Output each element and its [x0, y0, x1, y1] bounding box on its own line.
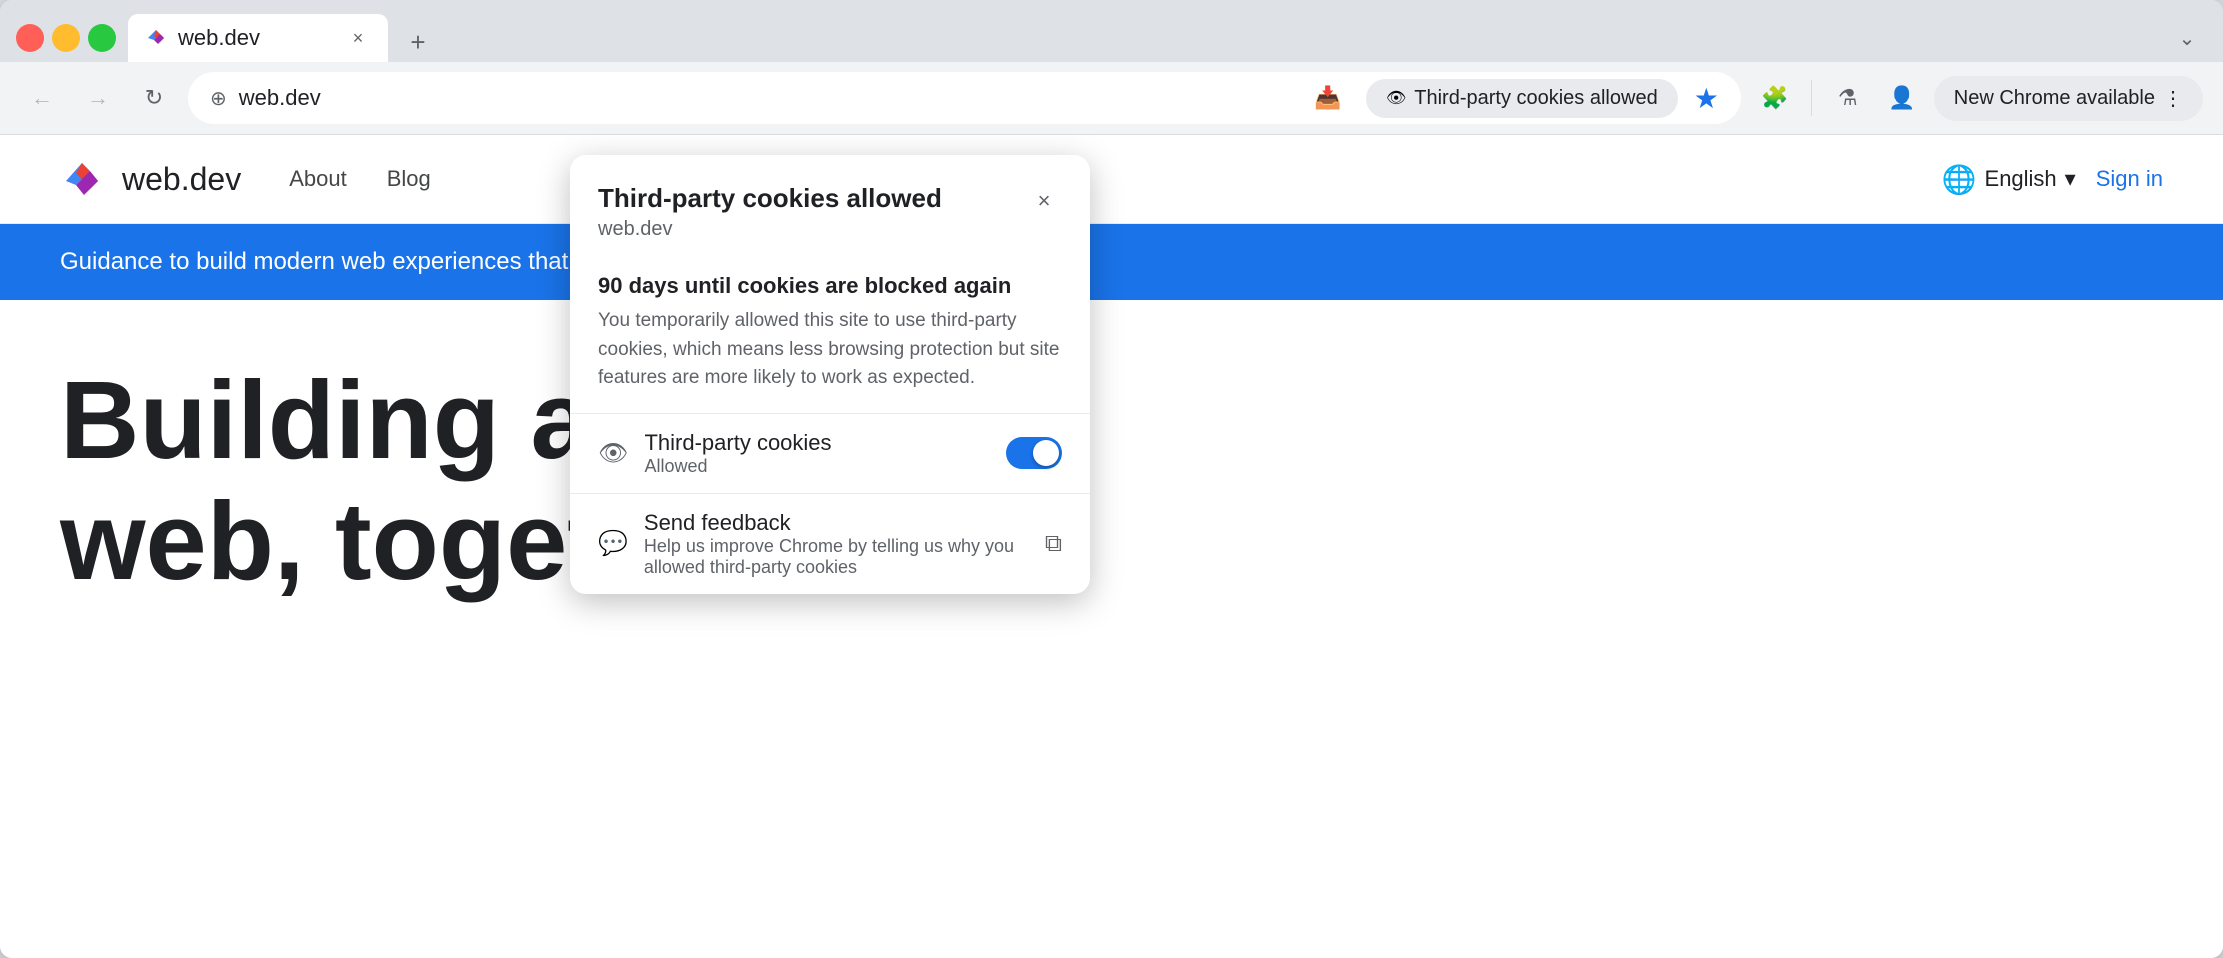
toggle-knob: [1033, 440, 1059, 466]
minimize-window-button[interactable]: [52, 24, 80, 52]
tabs-area: web.dev × +: [128, 14, 2155, 62]
cookies-status-badge[interactable]: 👁 Third-party cookies allowed: [1366, 79, 1678, 118]
popup-body: 90 days until cookies are blocked again …: [570, 253, 1090, 413]
bookmark-button[interactable]: ★: [1694, 82, 1719, 115]
popup-warning-text: You temporarily allowed this site to use…: [598, 307, 1062, 393]
tab-close-button[interactable]: ×: [344, 24, 372, 52]
cookies-badge-text: Third-party cookies allowed: [1414, 87, 1657, 110]
page-content: web.dev About Blog 🌐 English ▾ Sign in G…: [0, 135, 2223, 958]
address-security-icon: ⊕: [210, 86, 227, 111]
extensions-icon: 🧩: [1761, 85, 1788, 111]
address-actions: 📥 👁 Third-party cookies allowed ★: [1306, 76, 1719, 120]
site-logo-text: web.dev: [122, 161, 241, 198]
popup-cookies-label: Third-party cookies: [644, 430, 990, 456]
cookies-popup: Third-party cookies allowed web.dev × 90…: [570, 155, 1090, 594]
language-selector[interactable]: 🌐 English ▾: [1942, 163, 2076, 196]
nav-item-blog[interactable]: Blog: [387, 166, 431, 192]
popup-title: Third-party cookies allowed: [598, 183, 942, 214]
site-logo-icon: [60, 155, 108, 203]
signin-button[interactable]: Sign in: [2096, 166, 2163, 192]
profile-icon: 👤: [1888, 85, 1915, 111]
site-banner: Guidance to build modern web experiences…: [0, 224, 2223, 300]
download-page-button[interactable]: 📥: [1306, 76, 1350, 120]
popup-warning-title: 90 days until cookies are blocked again: [598, 273, 1062, 299]
lab-icon: ⚗: [1838, 85, 1858, 111]
popup-cookies-sublabel: Allowed: [644, 456, 990, 477]
tab-title: web.dev: [178, 25, 334, 51]
hero-line-1: Building a bet: [60, 360, 2163, 481]
webdev-favicon-icon: [144, 14, 168, 62]
browser-tab-active[interactable]: web.dev ×: [128, 14, 388, 62]
external-link-icon[interactable]: ⧉: [1045, 530, 1062, 557]
more-icon: ⋮: [2163, 86, 2183, 111]
download-icon: 📥: [1314, 85, 1341, 111]
language-label: English: [1985, 166, 2057, 192]
popup-feedback-section: 💬 Send feedback Help us improve Chrome b…: [570, 493, 1090, 594]
close-window-button[interactable]: [16, 24, 44, 52]
address-bar[interactable]: ⊕ web.dev 📥 👁 Third-party cookies allowe…: [188, 72, 1741, 124]
site-hero: Building a bet web, togethe: [0, 300, 2223, 662]
new-tab-button[interactable]: +: [398, 22, 438, 62]
eye-icon: 👁: [1386, 88, 1406, 108]
navbar-right-actions: 🧩 ⚗ 👤 New Chrome available ⋮: [1753, 76, 2203, 121]
cookies-toggle[interactable]: [1006, 437, 1062, 469]
popup-subtitle: web.dev: [598, 218, 942, 241]
titlebar-end: ⌄: [2167, 18, 2207, 58]
popup-close-button[interactable]: ×: [1026, 183, 1062, 219]
popup-feedback-label: Send feedback: [644, 510, 1029, 536]
popup-cookies-section: 👁 Third-party cookies Allowed: [570, 413, 1090, 493]
site-banner-text: Guidance to build modern web experiences…: [60, 248, 626, 275]
forward-button[interactable]: →: [76, 76, 120, 120]
chevron-down-icon: ▾: [2065, 166, 2076, 192]
back-button[interactable]: ←: [20, 76, 64, 120]
popup-title-area: Third-party cookies allowed web.dev: [598, 183, 942, 241]
extensions-button[interactable]: 🧩: [1753, 76, 1797, 120]
lab-button[interactable]: ⚗: [1826, 76, 1870, 120]
popup-feedback-sublabel: Help us improve Chrome by telling us why…: [644, 536, 1029, 578]
popup-header: Third-party cookies allowed web.dev ×: [570, 155, 1090, 253]
profile-button[interactable]: 👤: [1880, 76, 1924, 120]
navbar-divider: [1811, 80, 1812, 116]
globe-icon: 🌐: [1942, 163, 1977, 196]
tab-favicon: [144, 26, 168, 50]
traffic-lights: [16, 24, 116, 52]
hero-line-2: web, togethe: [60, 481, 2163, 602]
site-nav: About Blog: [289, 166, 431, 192]
cookies-toggle-action: [1006, 437, 1062, 469]
titlebar: web.dev × + ⌄: [0, 0, 2223, 62]
reload-button[interactable]: ↻: [132, 76, 176, 120]
browser-window: web.dev × + ⌄ ← → ↻ ⊕ web.dev 📥: [0, 0, 2223, 958]
feedback-icon: 💬: [598, 529, 628, 558]
navbar: ← → ↻ ⊕ web.dev 📥 👁 Third-party cookies …: [0, 62, 2223, 135]
site-logo[interactable]: web.dev: [60, 155, 241, 203]
hero-headline: Building a bet web, togethe: [60, 360, 2163, 602]
feedback-action: ⧉: [1045, 530, 1062, 558]
popup-feedback-content: Send feedback Help us improve Chrome by …: [644, 510, 1029, 578]
new-chrome-label: New Chrome available: [1954, 87, 2155, 110]
maximize-window-button[interactable]: [88, 24, 116, 52]
nav-item-about[interactable]: About: [289, 166, 347, 192]
eye-popup-icon: 👁: [598, 439, 628, 468]
popup-cookies-content: Third-party cookies Allowed: [644, 430, 990, 477]
window-menu-button[interactable]: ⌄: [2167, 18, 2207, 58]
new-chrome-button[interactable]: New Chrome available ⋮: [1934, 76, 2203, 121]
site-header-right: 🌐 English ▾ Sign in: [1942, 163, 2163, 196]
site-header: web.dev About Blog 🌐 English ▾ Sign in: [0, 135, 2223, 224]
address-url: web.dev: [239, 85, 1294, 111]
